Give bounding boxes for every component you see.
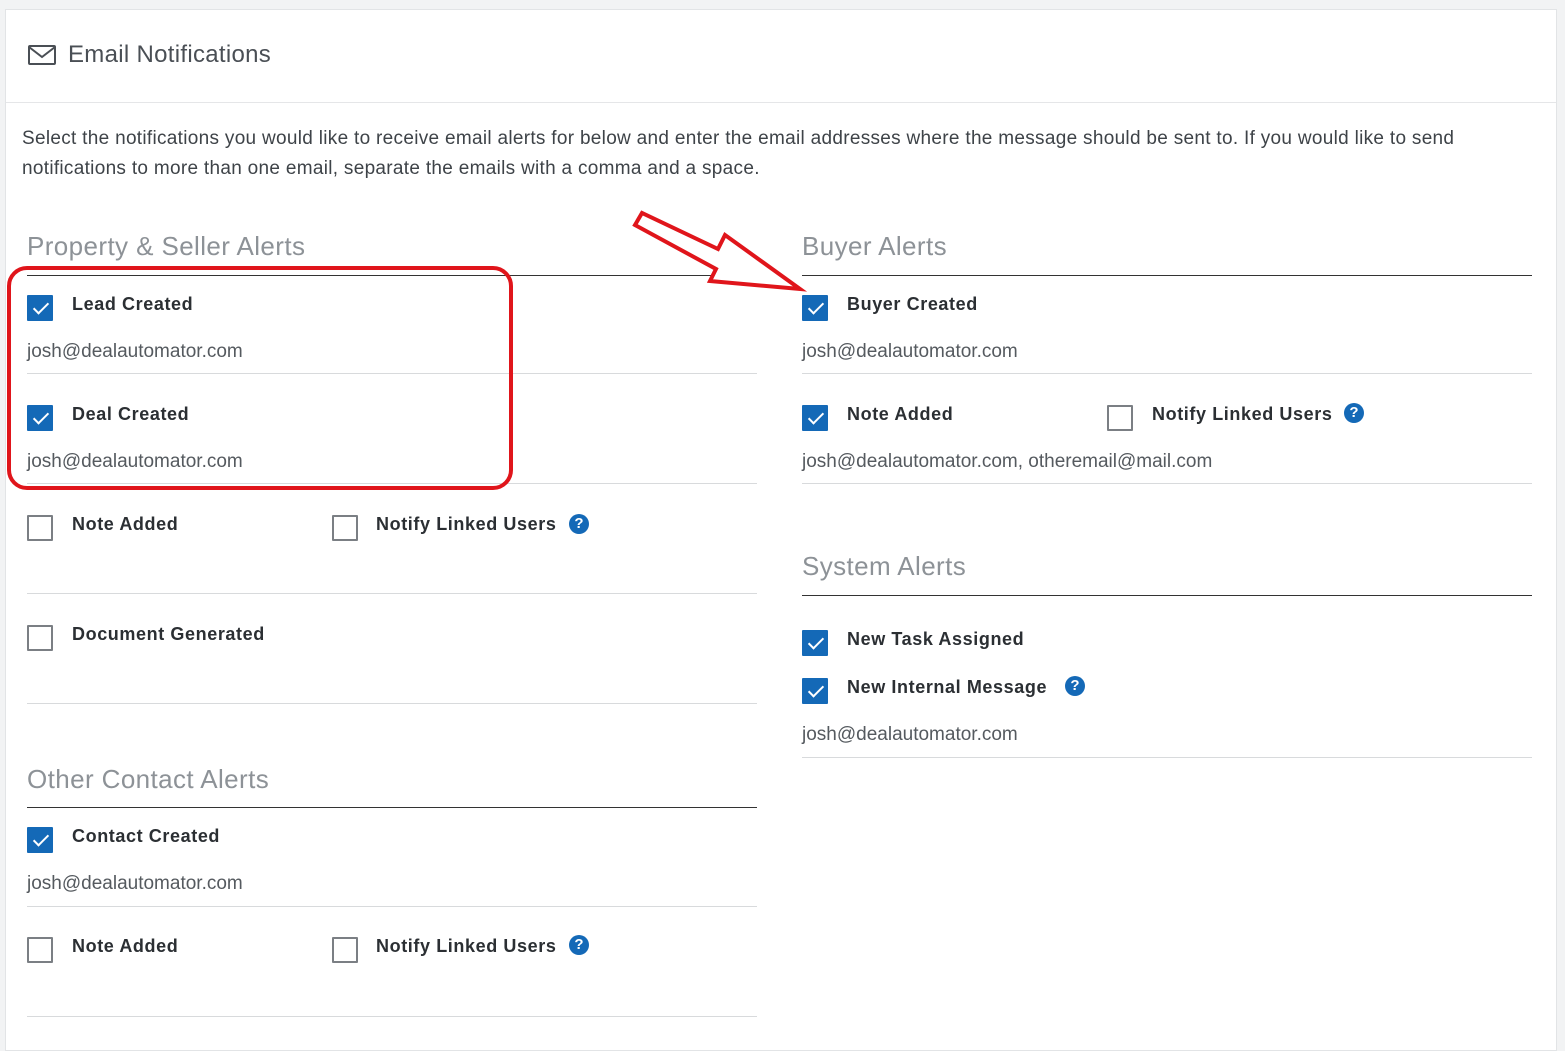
buyer-note-added-checkbox[interactable] [802,405,828,431]
highlight-box-annotation [7,266,513,490]
document-generated-label: Document Generated [72,624,265,644]
contact-notify-linked-checkbox[interactable] [332,937,358,963]
section-title-property-seller: Property & Seller Alerts [27,231,306,261]
field-underline [27,906,757,907]
section-title-buyer: Buyer Alerts [802,231,947,261]
field-underline [27,1016,757,1017]
buyer-notify-linked-label: Notify Linked Users [1152,404,1333,424]
field-underline [27,593,757,594]
system-email-field[interactable]: josh@dealautomator.com [802,724,1018,746]
help-icon[interactable]: ? [1344,403,1364,423]
field-underline [802,483,1532,484]
contact-created-checkbox[interactable] [27,827,53,853]
contact-note-added-checkbox[interactable] [27,937,53,963]
property-note-added-label: Note Added [72,514,179,534]
help-icon[interactable]: ? [569,935,589,955]
field-underline [802,373,1532,374]
section-divider [802,595,1532,596]
arrow-annotation-icon [632,210,808,292]
buyer-notify-linked-checkbox[interactable] [1107,405,1133,431]
contact-created-email-field[interactable]: josh@dealautomator.com [27,873,243,895]
section-title-system: System Alerts [802,551,967,581]
property-note-added-checkbox[interactable] [27,515,53,541]
section-divider [27,807,757,808]
contact-notify-linked-label: Notify Linked Users [376,936,557,956]
envelope-icon [28,45,56,65]
help-icon[interactable]: ? [1065,676,1085,696]
contact-note-added-label: Note Added [72,936,179,956]
field-underline [27,703,757,704]
contact-created-label: Contact Created [72,826,221,846]
buyer-created-email-field[interactable]: josh@dealautomator.com [802,341,1018,363]
new-task-assigned-label: New Task Assigned [847,629,1025,649]
buyer-note-added-label: Note Added [847,404,954,424]
help-icon[interactable]: ? [569,514,589,534]
buyer-note-added-email-field[interactable]: josh@dealautomator.com, otheremail@mail.… [802,451,1212,473]
panel-header: Email Notifications [6,10,1556,103]
new-task-assigned-checkbox[interactable] [802,630,828,656]
intro-text: Select the notifications you would like … [22,128,1455,179]
new-internal-message-checkbox[interactable] [802,678,828,704]
page-title: Email Notifications [68,41,272,68]
section-title-other-contact: Other Contact Alerts [27,764,270,794]
document-generated-checkbox[interactable] [27,625,53,651]
property-notify-linked-label: Notify Linked Users [376,514,557,534]
section-divider [802,275,1532,276]
new-internal-message-label: New Internal Message [847,677,1048,697]
buyer-created-label: Buyer Created [847,294,978,314]
property-notify-linked-checkbox[interactable] [332,515,358,541]
field-underline [802,757,1532,758]
